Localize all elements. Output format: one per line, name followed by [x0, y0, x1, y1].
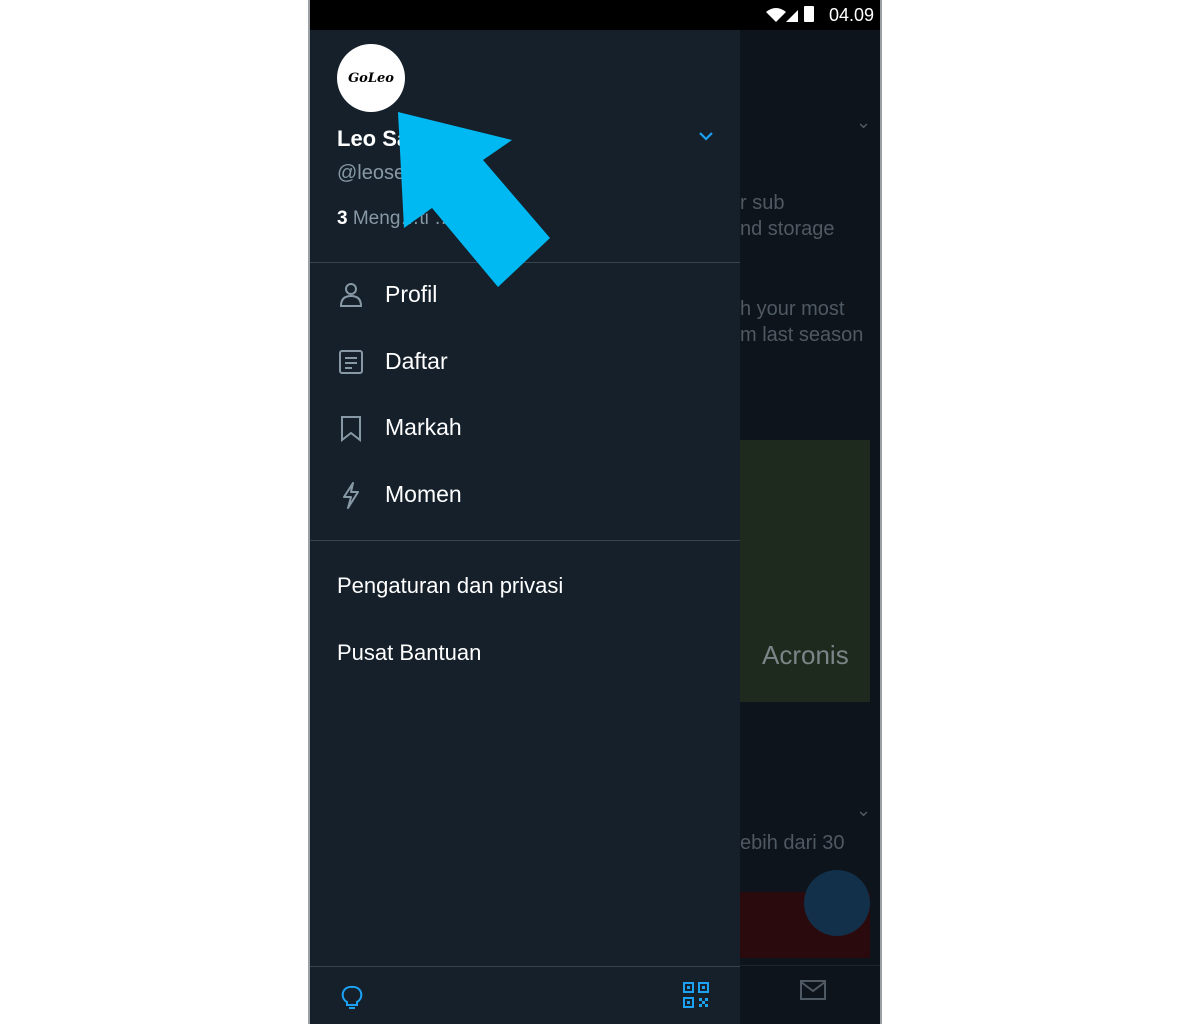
background-feed: ⌄ r sub nd storage h your most m last se… — [740, 30, 880, 1024]
phone-screen: 04.09 ⌄ r sub nd storage h your most m l… — [308, 0, 882, 1024]
help-center-link[interactable]: Pusat Bantuan — [337, 640, 481, 666]
feed-text: r sub — [740, 192, 785, 214]
feed-text: m last season — [740, 324, 864, 346]
lightbulb-icon[interactable] — [340, 985, 364, 1011]
menu-item-daftar[interactable]: Daftar — [310, 334, 740, 394]
menu-label: Momen — [385, 481, 462, 507]
follow-stats[interactable]: 3 Meng…ti …ikut — [337, 208, 483, 230]
chevron-down-icon: ⌄ — [856, 800, 872, 820]
avatar[interactable]: GoLeo — [337, 44, 405, 112]
navigation-drawer: GoLeo Leo Sa @leose 3 Meng…ti …ikut Prof… — [310, 30, 740, 1024]
signal-icon — [764, 4, 820, 29]
following-count: 3 — [337, 208, 348, 229]
menu-label: Profil — [385, 281, 438, 307]
menu-item-profil[interactable]: Profil — [310, 267, 740, 327]
menu-label: Daftar — [385, 348, 448, 374]
status-time: 04.09 — [828, 5, 874, 25]
feed-photo: Acronis — [740, 440, 870, 702]
feed-text: nd storage — [740, 218, 835, 240]
divider — [310, 262, 740, 263]
status-bar: 04.09 — [310, 0, 880, 30]
profile-handle: @leose — [337, 162, 406, 184]
qr-code-icon[interactable] — [682, 981, 710, 1009]
follow-text: Meng…ti …ikut — [347, 208, 483, 229]
menu-item-momen[interactable]: Momen — [310, 467, 740, 527]
feed-brand: Acronis — [762, 640, 849, 670]
divider — [310, 540, 740, 541]
mail-icon[interactable] — [800, 980, 826, 1000]
list-icon — [339, 350, 363, 374]
bottom-nav — [740, 965, 880, 1024]
feed-text: ebih dari 30 — [740, 832, 845, 854]
feed-text: h your most — [740, 298, 845, 320]
lightning-icon — [343, 482, 359, 509]
drawer-footer — [310, 966, 740, 1024]
profile-name: Leo Sa — [337, 126, 410, 151]
menu-item-markah[interactable]: Markah — [310, 400, 740, 460]
menu-label: Markah — [385, 414, 462, 440]
chevron-down-icon[interactable] — [695, 126, 717, 146]
avatar-text: GoLeo — [348, 70, 394, 86]
bookmark-icon — [341, 416, 361, 442]
settings-link[interactable]: Pengaturan dan privasi — [337, 573, 563, 599]
person-icon — [339, 283, 363, 307]
chevron-down-icon: ⌄ — [856, 112, 872, 132]
compose-button[interactable] — [804, 870, 870, 936]
